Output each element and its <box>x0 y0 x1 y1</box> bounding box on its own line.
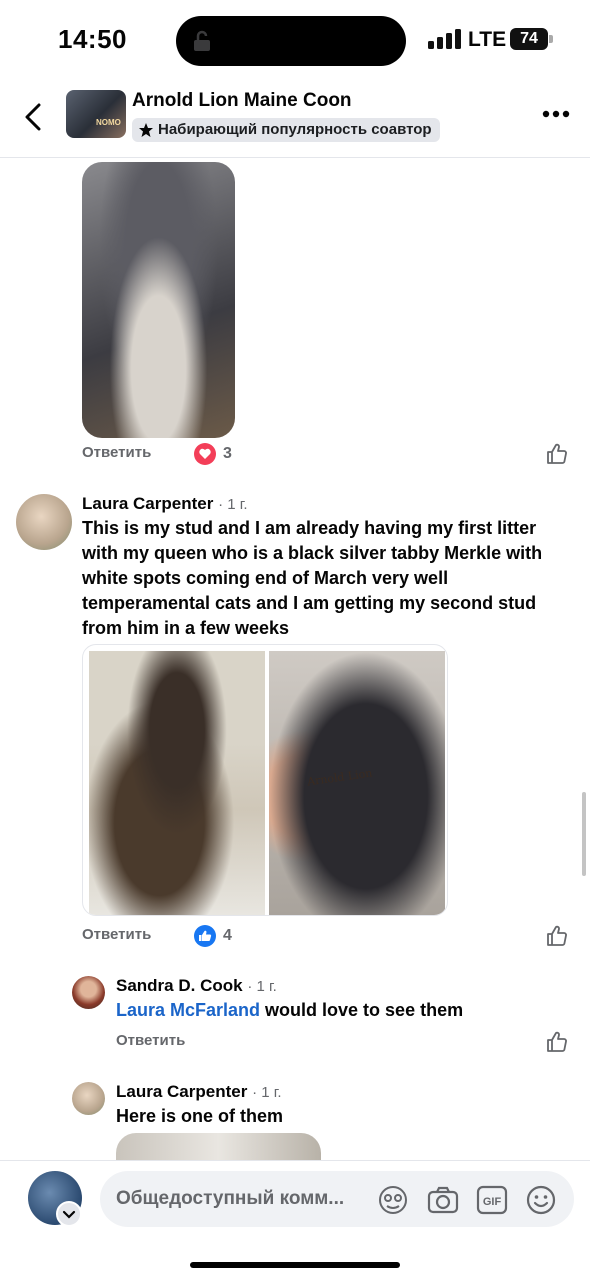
reaction-summary[interactable]: 4 <box>193 924 232 948</box>
chevron-down-icon <box>62 1210 76 1219</box>
comment-photo[interactable] <box>82 162 235 438</box>
avatar-icon[interactable] <box>377 1185 409 1215</box>
author-name[interactable]: Laura Carpenter <box>82 494 213 513</box>
avatar[interactable] <box>16 494 72 550</box>
comment-timestamp: · 1 г. <box>252 1084 282 1101</box>
identity-switcher[interactable] <box>56 1201 82 1227</box>
comment-body: would love to see them <box>260 1000 464 1020</box>
more-icon[interactable] <box>542 110 570 118</box>
svg-text:GIF: GIF <box>483 1196 502 1208</box>
battery-nub <box>549 35 553 43</box>
comment-author[interactable]: Laura Carpenter · 1 г. <box>82 494 248 514</box>
status-bar: 14:50 LTE 74 <box>0 0 590 80</box>
comment-author[interactable]: Laura Carpenter · 1 г. <box>116 1082 282 1102</box>
avatar[interactable] <box>72 976 105 1009</box>
like-icon[interactable] <box>545 924 569 948</box>
reaction-summary[interactable]: 3 <box>193 442 232 466</box>
cat-photo-left[interactable] <box>89 651 265 915</box>
author-name[interactable]: Laura Carpenter <box>116 1082 247 1101</box>
author-name[interactable]: Sandra D. Cook <box>116 976 243 995</box>
status-time: 14:50 <box>58 24 127 54</box>
like-reaction-icon <box>194 925 216 947</box>
comment-timestamp: · 1 г. <box>247 978 277 995</box>
camera-icon[interactable] <box>427 1185 459 1215</box>
reaction-count: 4 <box>223 927 232 944</box>
signal-icon <box>428 29 461 49</box>
comment-text: This is my stud and I am already having … <box>82 518 543 638</box>
home-indicator <box>190 1262 400 1268</box>
reply-button[interactable]: Ответить <box>116 1032 185 1049</box>
comment-timestamp: · 1 г. <box>218 496 248 513</box>
comment-photo-grid[interactable]: Arnold Lion <box>82 644 448 916</box>
star-icon <box>139 123 153 137</box>
emoji-icon[interactable] <box>525 1185 557 1215</box>
unlock-icon <box>194 30 210 51</box>
contributor-badge: Набирающий популярность соавтор <box>132 118 440 142</box>
mention-link[interactable]: Laura McFarland <box>116 1000 260 1020</box>
comment-text: Laura McFarland would love to see them <box>116 998 566 1023</box>
reply-button[interactable]: Ответить <box>82 444 151 461</box>
heart-icon <box>194 443 216 465</box>
group-name[interactable]: Arnold Lion Maine Coon <box>132 90 352 112</box>
gif-icon[interactable]: GIF <box>476 1185 508 1215</box>
comment-author[interactable]: Sandra D. Cook · 1 г. <box>116 976 277 996</box>
post-header: NOMO Arnold Lion Maine Coon Набирающий п… <box>0 80 590 158</box>
cat-photo-right[interactable]: Arnold Lion <box>269 651 445 915</box>
comment-input[interactable]: Общедоступный комм... GIF <box>100 1171 574 1227</box>
photo-watermark: Arnold Lion <box>306 766 374 789</box>
like-icon[interactable] <box>545 442 569 466</box>
scrollbar[interactable] <box>582 792 586 876</box>
badge-label: Набирающий популярность соавтор <box>158 121 432 138</box>
comment-text: Here is one of them <box>116 1106 284 1126</box>
group-avatar-logo: NOMO <box>96 118 121 127</box>
reaction-count: 3 <box>223 445 232 462</box>
battery-level: 74 <box>510 28 548 50</box>
group-avatar[interactable]: NOMO <box>66 90 126 138</box>
comment-placeholder: Общедоступный комм... <box>116 1188 345 1209</box>
avatar[interactable] <box>72 1082 105 1115</box>
like-icon[interactable] <box>545 1030 569 1054</box>
back-icon[interactable] <box>22 102 44 132</box>
network-type: LTE <box>468 28 507 51</box>
reply-button[interactable]: Ответить <box>82 926 151 943</box>
